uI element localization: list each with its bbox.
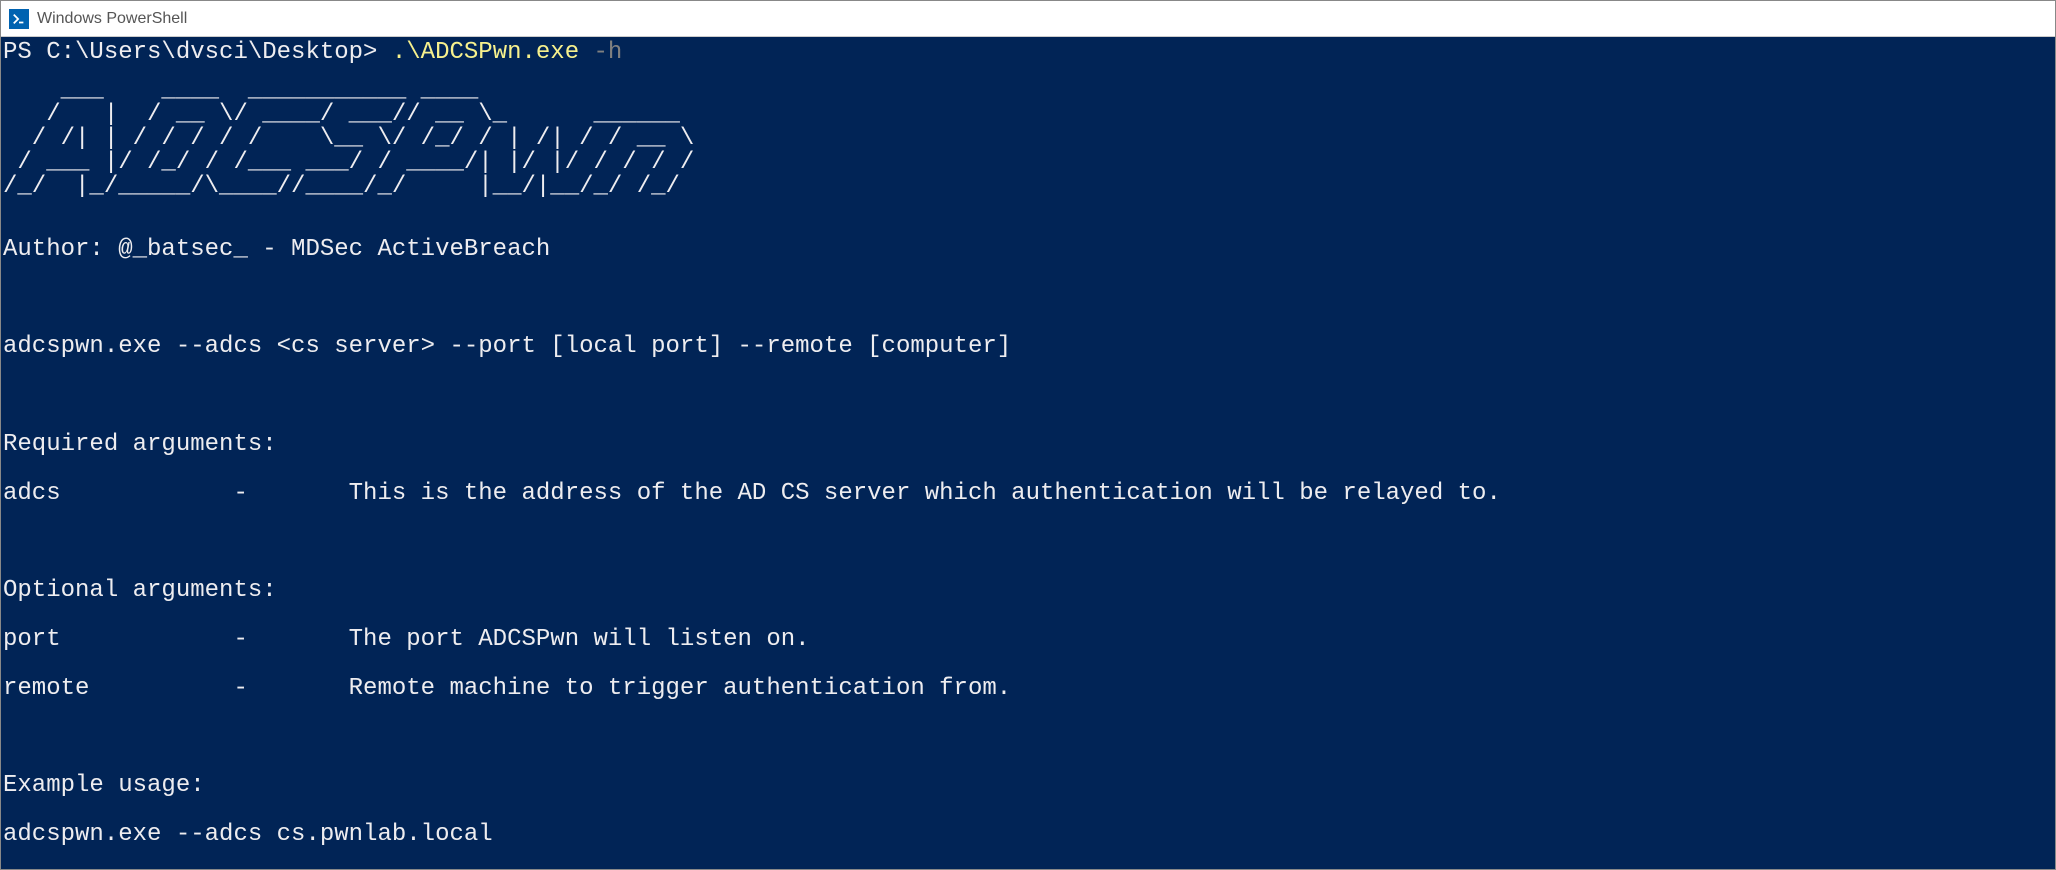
prompt-flag: -h (594, 39, 623, 66)
spacer (3, 531, 2053, 555)
spacer (3, 384, 2053, 408)
title-bar[interactable]: Windows PowerShell (1, 1, 2055, 37)
spacer (3, 287, 2053, 311)
powershell-icon (9, 9, 29, 29)
terminal-area[interactable]: PS C:\Users\dvsci\Desktop> .\ADCSPwn.exe… (1, 37, 2055, 869)
author-line: Author: @_batsec_ - MDSec ActiveBreach (3, 238, 2053, 262)
prompt-path: PS C:\Users\dvsci\Desktop> (3, 39, 392, 66)
prompt-command: .\ADCSPwn.exe (392, 39, 594, 66)
window-title: Windows PowerShell (37, 10, 187, 28)
required-adcs-line: adcs - This is the address of the AD CS … (3, 482, 2053, 506)
required-header: Required arguments: (3, 433, 2053, 457)
example-header: Example usage: (3, 774, 2053, 798)
ascii-banner: ___ ____ ___________ ____ / | / __ \/ __… (3, 79, 2053, 199)
usage-line: adcspwn.exe --adcs <cs server> --port [l… (3, 335, 2053, 359)
optional-port-line: port - The port ADCSPwn will listen on. (3, 628, 2053, 652)
optional-remote-line: remote - Remote machine to trigger authe… (3, 677, 2053, 701)
example-1: adcspwn.exe --adcs cs.pwnlab.local (3, 823, 2053, 847)
optional-header: Optional arguments: (3, 579, 2053, 603)
spacer (3, 726, 2053, 750)
